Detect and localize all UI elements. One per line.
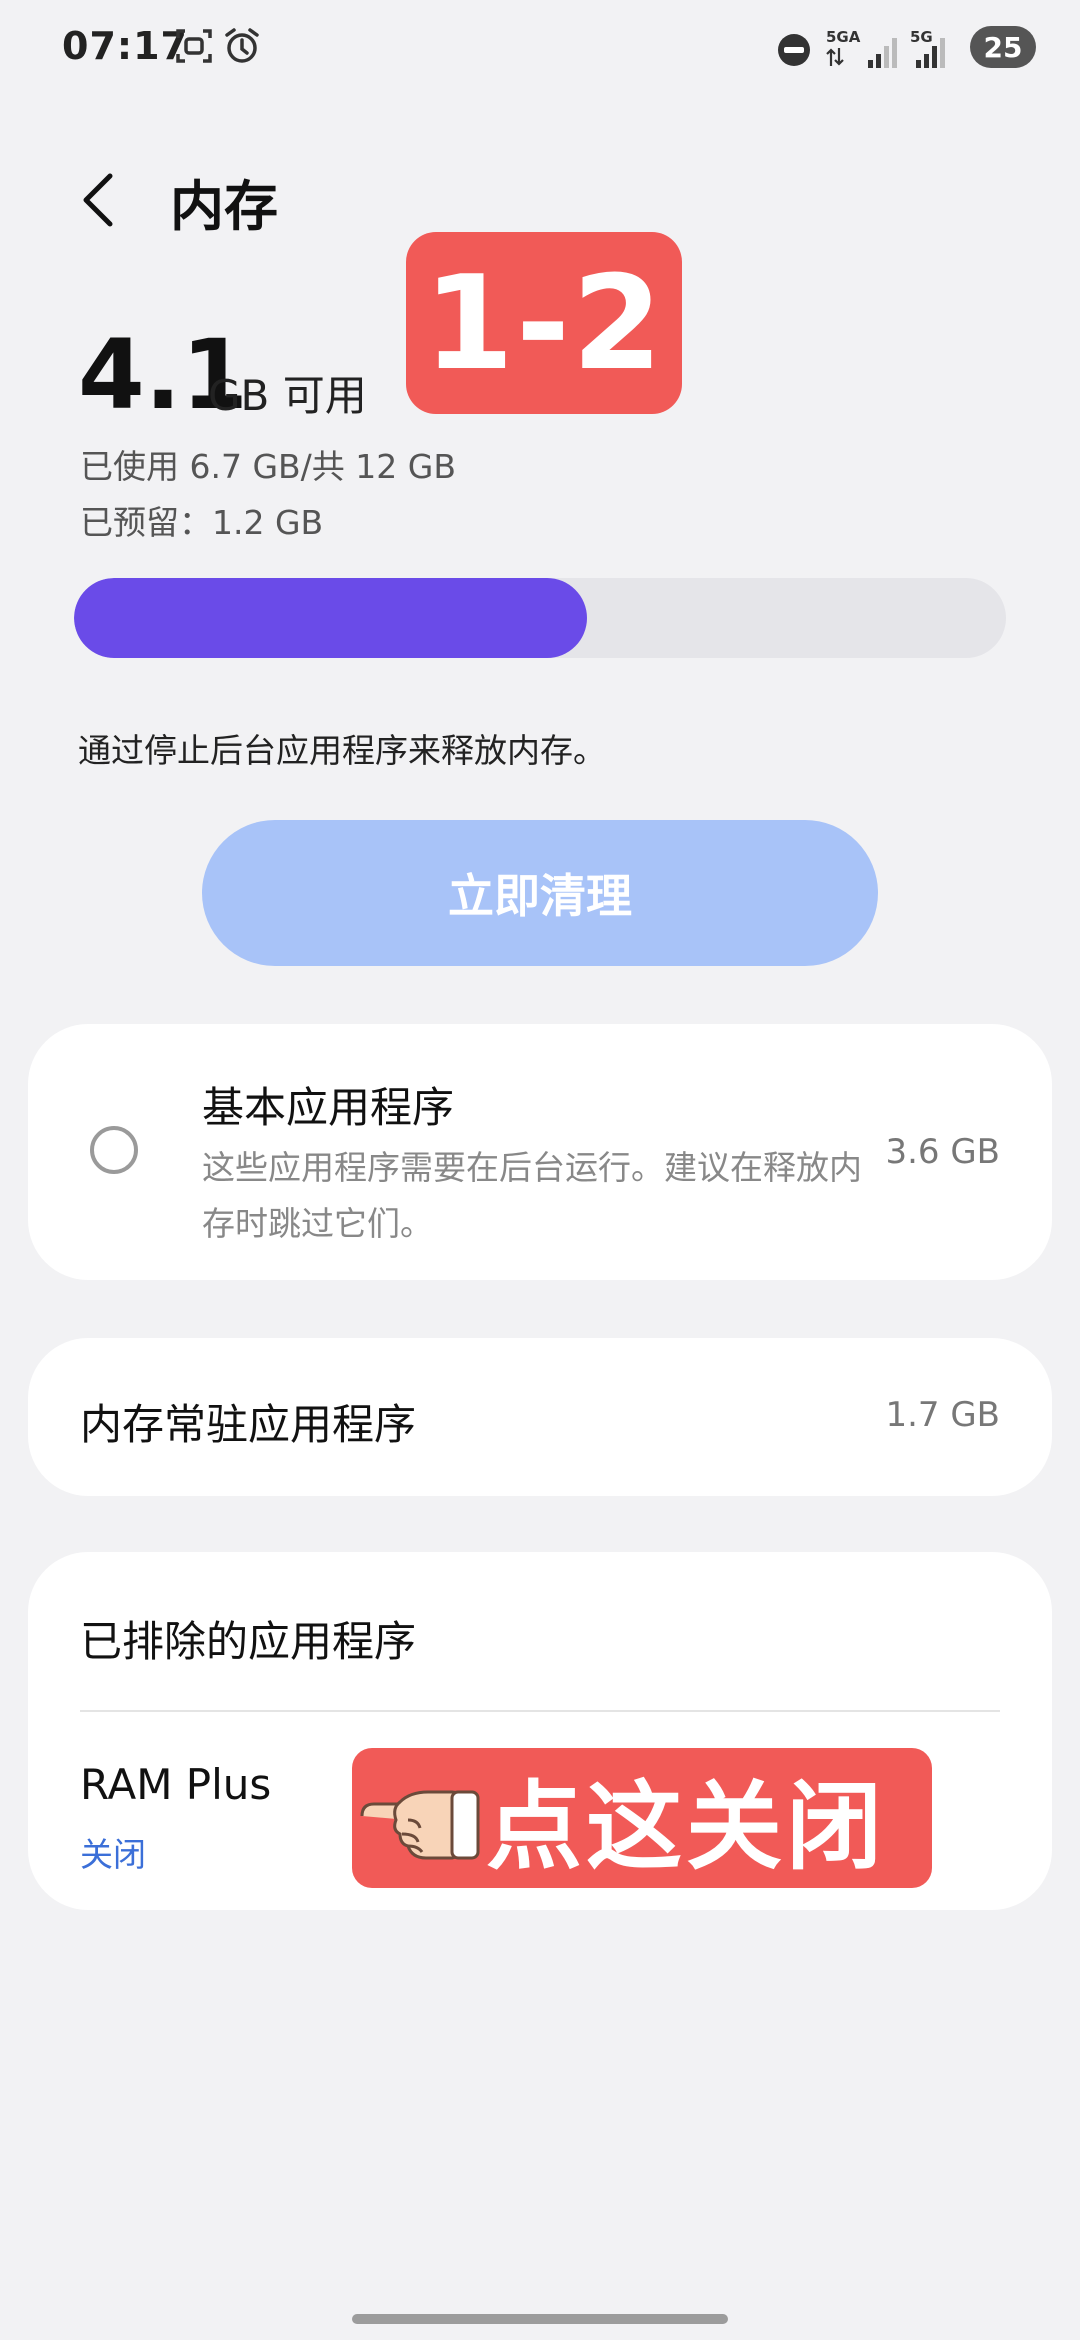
essential-apps-radio[interactable] (90, 1126, 138, 1174)
ram-plus-status: 关闭 (80, 1835, 146, 1874)
signal-bars-icon-2 (916, 38, 945, 68)
used-memory-text: 已使用 6.7 GB/共 12 GB (80, 447, 456, 486)
excluded-apps-item[interactable]: 已排除的应用程序 (80, 1608, 416, 1669)
pointing-hand-icon (360, 1790, 480, 1860)
essential-apps-title: 基本应用程序 (202, 1083, 455, 1132)
available-memory-unit: GB 可用 (208, 371, 367, 420)
free-memory-hint: 通过停止后台应用程序来释放内存。 (78, 731, 606, 770)
data-arrows-icon (826, 48, 844, 66)
screenshot-icon (176, 29, 212, 63)
step-badge-overlay: 1-2 (406, 232, 682, 414)
resident-apps-title: 内存常驻应用程序 (80, 1400, 417, 1449)
memory-usage-fill (74, 578, 587, 658)
home-indicator[interactable] (352, 2314, 728, 2324)
ram-plus-item[interactable]: RAM Plus (80, 1760, 271, 1809)
essential-apps-description: 这些应用程序需要在后台运行。建议在释放内存时跳过它们。 (202, 1148, 862, 1243)
essential-apps-card[interactable]: 基本应用程序 这些应用程序需要在后台运行。建议在释放内存时跳过它们。 3.6 G… (28, 1024, 1052, 1280)
resident-apps-card[interactable]: 内存常驻应用程序 1.7 GB (28, 1338, 1052, 1496)
tap-hint-overlay: 点这关闭 (352, 1748, 932, 1888)
signal-bars-icon (868, 38, 897, 68)
alarm-icon (225, 28, 259, 63)
battery-indicator: 25 (970, 26, 1036, 68)
status-time: 07:17 (62, 24, 188, 68)
memory-usage-bar (74, 578, 1006, 658)
reserved-memory-text: 已预留：1.2 GB (80, 503, 324, 542)
back-chevron-icon[interactable] (70, 170, 130, 230)
resident-apps-size: 1.7 GB (885, 1395, 1000, 1435)
essential-apps-size: 3.6 GB (885, 1132, 1000, 1172)
tap-hint-text: 点这关闭 (486, 1770, 886, 1883)
clean-now-button[interactable]: 立即清理 (202, 820, 878, 966)
do-not-disturb-icon (778, 34, 810, 66)
divider (80, 1710, 1000, 1712)
5ga-signal-icon: 5GA (826, 28, 870, 72)
network-label-5ga: 5GA (826, 28, 861, 46)
page-title: 内存 (170, 175, 278, 238)
